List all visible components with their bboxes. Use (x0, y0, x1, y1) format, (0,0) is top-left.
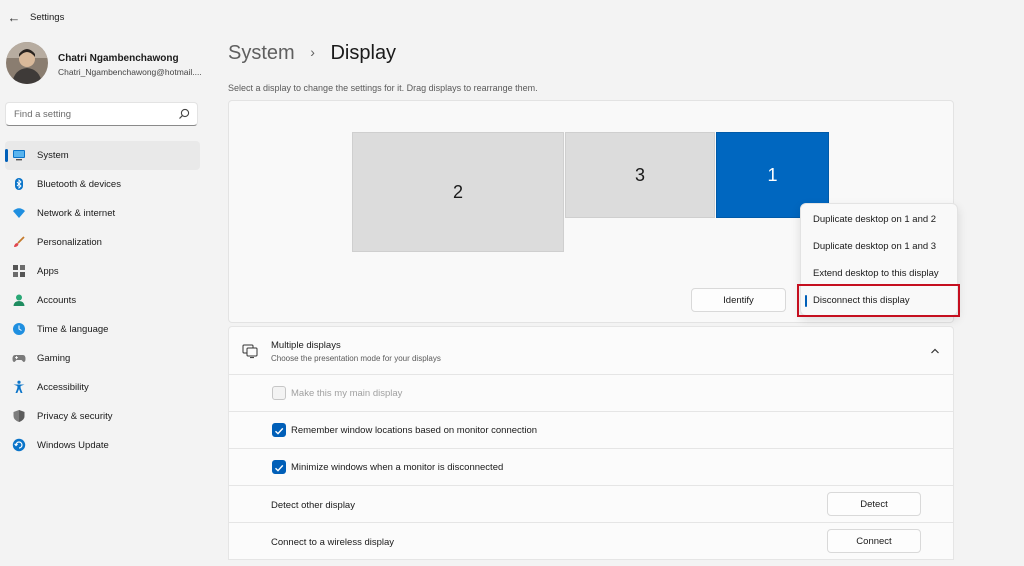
option-label: Make this my main display (291, 388, 403, 399)
wifi-icon (13, 208, 25, 218)
remember-locations-checkbox[interactable] (272, 423, 286, 437)
minimize-windows-checkbox[interactable] (272, 460, 286, 474)
section-title: Multiple displays (271, 340, 341, 351)
breadcrumb-parent-link[interactable]: System (228, 42, 295, 64)
chevron-right-icon: › (310, 44, 315, 60)
menu-item-label: Duplicate desktop on 1 and 2 (813, 214, 937, 225)
sidebar-item-privacy[interactable]: Privacy & security (5, 402, 200, 431)
sidebar-item-gaming[interactable]: Gaming (5, 344, 200, 373)
menu-item-label: Duplicate desktop on 1 and 3 (813, 241, 937, 252)
sidebar-item-label: Gaming (37, 353, 71, 364)
title-bar: ← Settings (0, 0, 1024, 36)
instruction-text: Select a display to change the settings … (228, 83, 538, 93)
accessibility-icon (13, 380, 25, 393)
menu-item-duplicate-1-2[interactable]: Duplicate desktop on 1 and 2 (801, 206, 959, 233)
sidebar-item-accessibility[interactable]: Accessibility (5, 373, 200, 402)
main-display-checkbox[interactable] (272, 386, 286, 400)
sidebar-item-label: Accessibility (37, 382, 89, 393)
option-label: Remember window locations based on monit… (291, 425, 538, 436)
checkmark-icon (275, 464, 284, 472)
menu-item-extend-desktop[interactable]: Extend desktop to this display (801, 260, 959, 287)
option-row-minimize-windows: Minimize windows when a monitor is disco… (228, 449, 954, 486)
sidebar-item-label: Network & internet (37, 208, 116, 219)
gamepad-icon (12, 355, 26, 362)
wireless-display-row: Connect to a wireless display Connect (228, 523, 954, 560)
update-icon (12, 438, 26, 452)
sidebar-item-label: System (37, 150, 69, 161)
search-input[interactable]: Find a setting (5, 102, 198, 126)
sidebar-item-network[interactable]: Network & internet (5, 199, 200, 228)
detect-label: Detect other display (271, 500, 355, 511)
globe-clock-icon (13, 323, 25, 335)
monitor-icon (13, 150, 25, 161)
sidebar-item-system[interactable]: System (5, 141, 200, 170)
sidebar-item-bluetooth[interactable]: Bluetooth & devices (5, 170, 200, 199)
wireless-label: Connect to a wireless display (271, 537, 395, 548)
checkmark-icon (275, 427, 284, 435)
apps-icon (13, 265, 25, 277)
option-row-main-display: Make this my main display (228, 375, 954, 412)
user-email: Chatri_Ngambenchawong@hotmail.... (58, 67, 202, 77)
shield-icon (13, 410, 25, 422)
option-label: Minimize windows when a monitor is disco… (291, 462, 504, 473)
search-icon (179, 108, 190, 119)
search-placeholder: Find a setting (14, 109, 72, 120)
identify-button[interactable]: Identify (691, 288, 786, 312)
user-name: Chatri Ngambenchawong (58, 53, 179, 64)
section-subtitle: Choose the presentation mode for your di… (271, 354, 441, 363)
sidebar-item-label: Accounts (37, 295, 77, 306)
sidebar-item-label: Time & language (37, 324, 109, 335)
sidebar-item-time-language[interactable]: Time & language (5, 315, 200, 344)
sidebar-item-accounts[interactable]: Accounts (5, 286, 200, 315)
sidebar-item-label: Windows Update (37, 440, 109, 451)
multiple-displays-header[interactable]: Multiple displays Choose the presentatio… (228, 326, 954, 375)
brush-icon (14, 236, 25, 247)
sidebar-item-apps[interactable]: Apps (5, 257, 200, 286)
multiple-displays-icon (242, 344, 258, 359)
detect-display-row: Detect other display Detect (228, 486, 954, 523)
detect-button[interactable]: Detect (827, 492, 921, 516)
menu-item-label: Extend desktop to this display (813, 268, 939, 279)
bluetooth-icon (15, 178, 23, 190)
highlight-box (797, 284, 960, 317)
avatar[interactable] (6, 42, 48, 84)
display-3-tile[interactable]: 3 (565, 132, 715, 218)
person-icon (13, 294, 25, 306)
sidebar-item-label: Apps (37, 266, 59, 277)
sidebar-item-label: Personalization (37, 237, 102, 248)
chevron-up-icon[interactable] (929, 345, 941, 357)
sidebar-item-windows-update[interactable]: Windows Update (5, 431, 200, 460)
option-row-remember-locations: Remember window locations based on monit… (228, 412, 954, 449)
menu-item-duplicate-1-3[interactable]: Duplicate desktop on 1 and 3 (801, 233, 959, 260)
display-2-tile[interactable]: 2 (352, 132, 564, 252)
sidebar-item-personalization[interactable]: Personalization (5, 228, 200, 257)
back-arrow-icon[interactable]: ← (4, 8, 24, 28)
connect-button[interactable]: Connect (827, 529, 921, 553)
sidebar-item-label: Privacy & security (37, 411, 113, 422)
sidebar-nav: System Bluetooth & devices Network & int… (5, 141, 200, 460)
app-title: Settings (30, 12, 65, 23)
page-title: Display (330, 42, 397, 64)
breadcrumb: System › Display (228, 42, 396, 65)
sidebar-item-label: Bluetooth & devices (37, 179, 121, 190)
